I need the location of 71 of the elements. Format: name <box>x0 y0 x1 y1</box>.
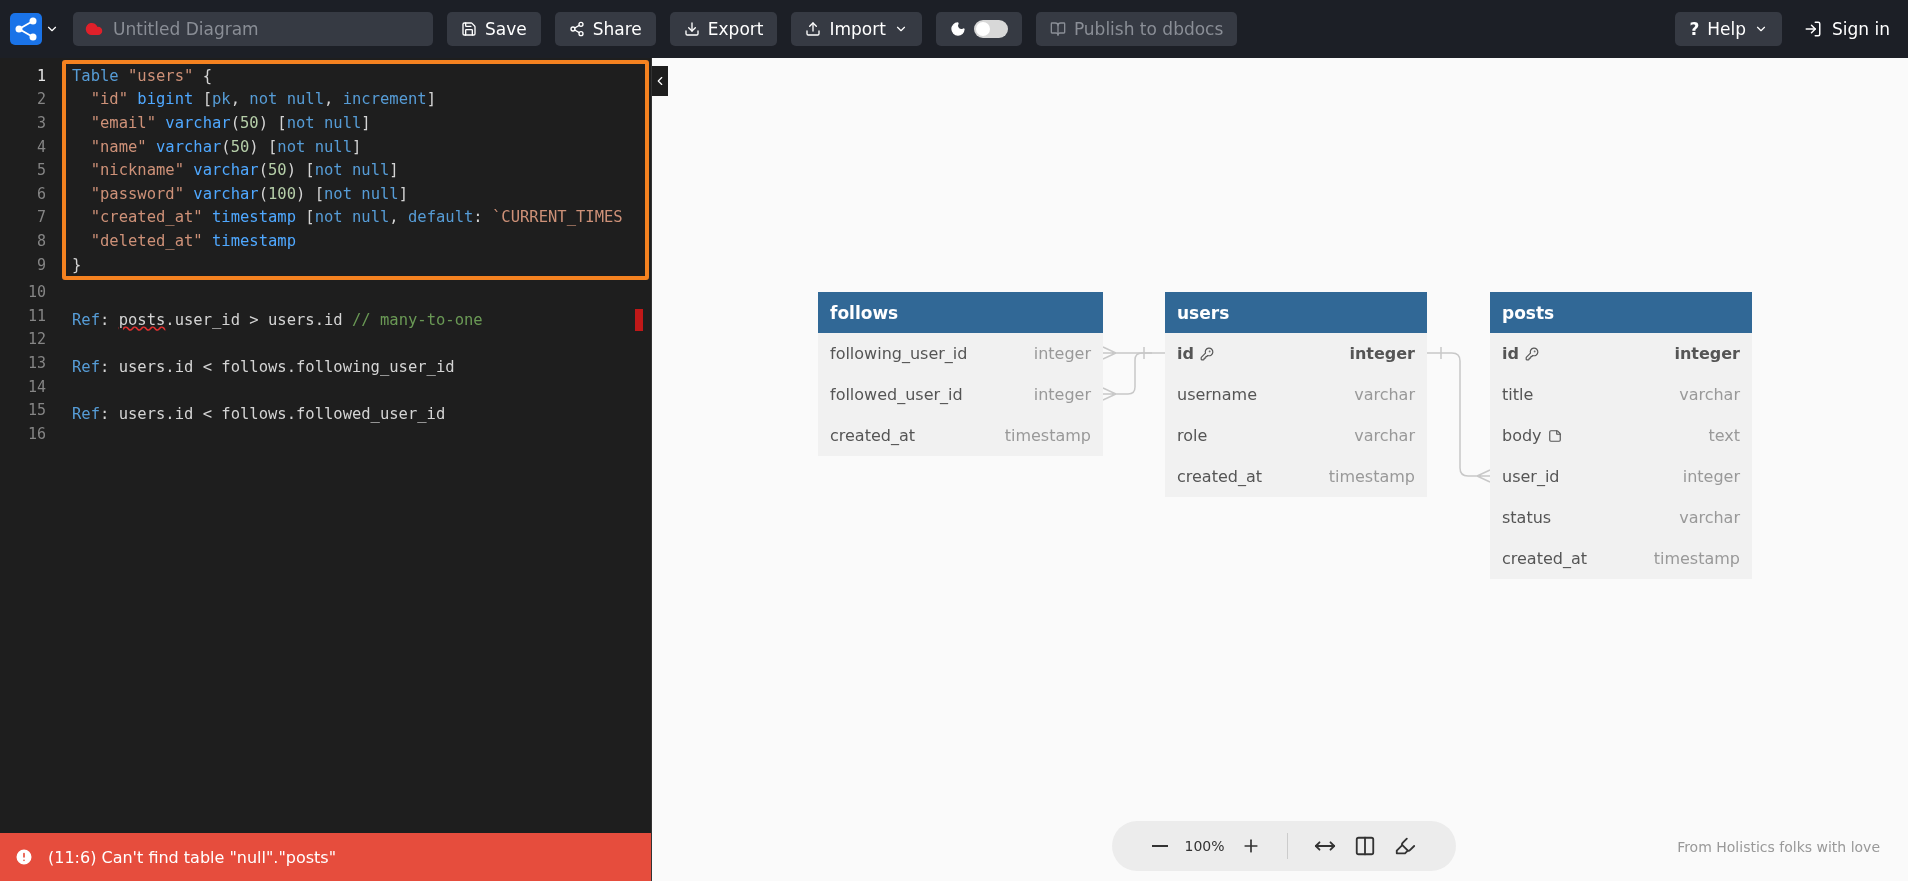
code-line: "nickname" varchar(50) [not null] <box>89 161 399 180</box>
table-title: users <box>1165 292 1427 333</box>
field-type: timestamp <box>1004 426 1091 445</box>
field-type: varchar <box>1679 508 1740 527</box>
field-type: timestamp <box>1653 549 1740 568</box>
field-type: integer <box>1033 344 1091 363</box>
line-number: 7 <box>36 208 46 227</box>
field-name: created_at <box>1502 549 1588 568</box>
field-name: following_user_id <box>830 344 968 363</box>
code-line: Ref: users.id < follows.following_user_id <box>72 357 455 376</box>
code-line: Ref: users.id < follows.followed_user_id <box>72 405 446 424</box>
field-type: varchar <box>1679 385 1740 404</box>
field-name: followed_user_id <box>830 385 963 404</box>
code-line: Table "users" { <box>72 66 212 85</box>
field-type: integer <box>1349 344 1415 363</box>
field-name: title <box>1502 385 1534 404</box>
save-button[interactable]: Save <box>447 12 541 46</box>
credit-text: From Holistics folks with love <box>1677 839 1880 855</box>
line-number: 5 <box>36 161 46 180</box>
code-line: "created_at" timestamp [not null, default: `CURRENT_TIMES <box>89 208 623 227</box>
code-line: "id" bigint [pk, not null, increment] <box>89 90 436 109</box>
line-number: 14 <box>27 377 46 396</box>
field-name: role <box>1177 426 1208 445</box>
sign-in-button[interactable]: Sign in <box>1796 12 1898 46</box>
field-name: status <box>1502 508 1552 527</box>
code-line: "name" varchar(50) [not null] <box>89 137 362 156</box>
code-line: } <box>72 255 82 274</box>
field-name: user_id <box>1502 467 1560 486</box>
zoom-level: 100% <box>1184 838 1225 854</box>
line-number: 6 <box>36 184 46 203</box>
field-type: timestamp <box>1328 467 1415 486</box>
question-icon: ? <box>1689 19 1700 39</box>
line-number: 10 <box>27 283 46 302</box>
field-type: varchar <box>1354 426 1415 445</box>
code-line: "password" varchar(100) [not null] <box>89 184 408 203</box>
field-name: body <box>1502 426 1562 445</box>
line-number: 11 <box>27 306 46 325</box>
field-name: id <box>1177 344 1214 363</box>
table-card[interactable]: users id integer username varchar role varchar created_at timestamp <box>1165 292 1427 497</box>
line-number: 13 <box>27 353 46 372</box>
line-number: 12 <box>27 330 46 349</box>
line-number: 15 <box>27 401 46 420</box>
line-number: 3 <box>36 114 46 132</box>
import-button[interactable]: Import <box>791 12 922 46</box>
line-number: 16 <box>27 424 46 443</box>
field-name: username <box>1177 385 1257 404</box>
export-button[interactable]: Export <box>669 12 778 46</box>
code-line: Ref: posts.user_id > users.id // many-to-one <box>72 310 483 329</box>
line-number: 8 <box>36 231 46 250</box>
field-name: created_at <box>1177 467 1263 486</box>
diagram-name-field[interactable]: Untitled Diagram <box>73 12 433 46</box>
code-line: "deleted_at" timestamp <box>89 231 296 250</box>
field-name: id <box>1502 344 1539 363</box>
field-type: integer <box>1682 467 1740 486</box>
table-title: follows <box>818 292 1103 333</box>
share-button[interactable]: Share <box>554 12 656 46</box>
field-type: integer <box>1033 385 1091 404</box>
help-button[interactable]: ? Help <box>1675 12 1782 46</box>
line-number: 9 <box>36 255 46 274</box>
line-number: 1 <box>36 66 46 85</box>
error-message: (11:6) Can't find table "null"."posts" <box>48 847 337 867</box>
code-line: "email" varchar(50) [not null] <box>89 114 371 132</box>
line-number: 2 <box>36 90 46 109</box>
table-card[interactable]: posts id integer title varchar body text user_id integer status varchar created_at timestamp <box>1490 292 1752 579</box>
field-type: text <box>1708 426 1740 445</box>
field-type: integer <box>1674 344 1740 363</box>
line-number: 4 <box>36 137 46 156</box>
table-title: posts <box>1490 292 1752 333</box>
table-card[interactable]: follows following_user_id integer followed_user_id integer created_at timestamp <box>818 292 1103 456</box>
field-name: created_at <box>830 426 916 445</box>
field-type: varchar <box>1354 385 1415 404</box>
